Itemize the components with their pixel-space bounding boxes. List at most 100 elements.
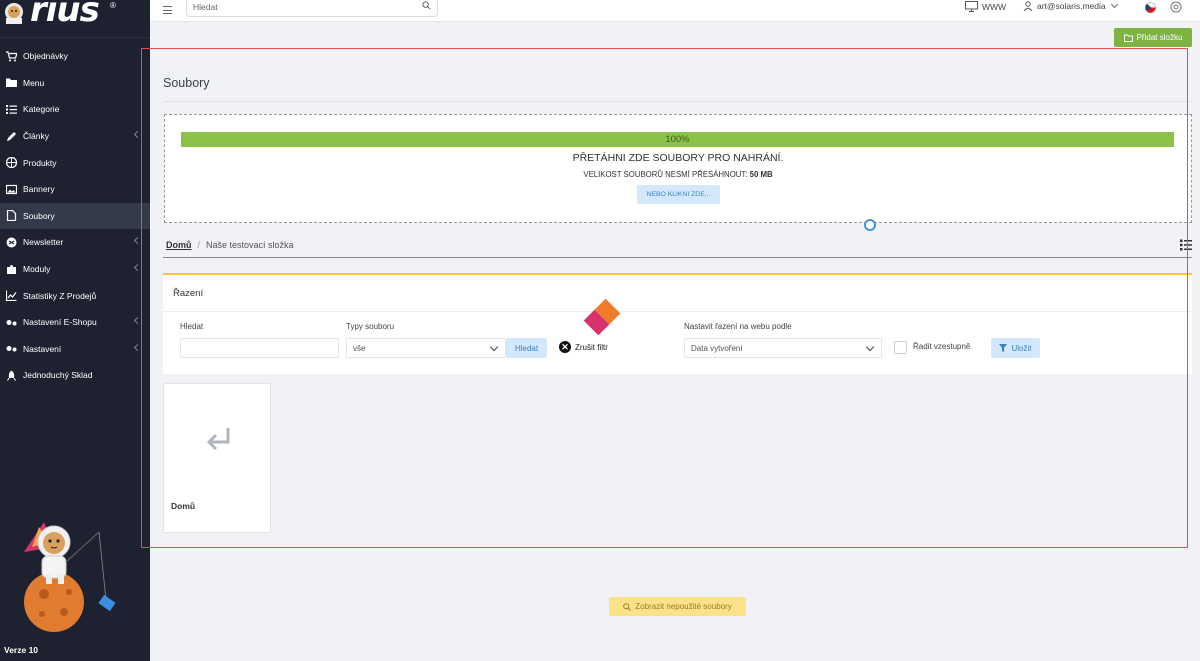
sidebar-item[interactable]: Články (0, 123, 150, 150)
sidebar-item[interactable]: Jednoduchý Sklad (0, 362, 150, 389)
search-button[interactable]: Hledat (506, 338, 547, 358)
sidebar-item-label: Články (23, 131, 49, 142)
dropzone-title: PŘETÁHNI ZDE SOUBORY PRO NAHRÁNÍ. (572, 152, 784, 164)
clear-filter-button[interactable]: ✕ Zrušit filtr (559, 341, 608, 353)
divider (163, 257, 1192, 258)
sidebar-item[interactable]: Objednávky (0, 43, 150, 70)
www-label: WWW (982, 1, 1007, 12)
search-icon (623, 602, 632, 611)
chevron-left-icon (133, 237, 142, 245)
sidebar-item[interactable]: Menu (0, 70, 150, 97)
settings-icon (6, 343, 17, 354)
sidebar-item[interactable]: Nastavení (0, 336, 150, 363)
save-sort-button[interactable]: Uložit (991, 338, 1040, 358)
global-search (186, 0, 438, 17)
folder-tile-home[interactable]: Domů (163, 383, 271, 533)
dropzone-size-limit: VELIKOST SOUBORŮ NESMÍ PŘESÁHNOUT: 50 MB (165, 170, 1191, 179)
sidebar-item-label: Menu (23, 77, 45, 88)
order-select[interactable]: Data vytvoření (684, 338, 882, 358)
logo-text: rius (30, 0, 100, 30)
user-email: art@solaris.media (1037, 1, 1106, 11)
chevron-left-icon (133, 130, 142, 138)
sidebar-item[interactable]: Produkty (0, 149, 150, 176)
sidebar-item[interactable]: Statistiky Z Prodejů (0, 282, 150, 309)
registered-icon: ® (110, 1, 116, 10)
sidebar-item[interactable]: Newsletter (0, 229, 150, 256)
clear-filter-label: Zrušit filtr (575, 342, 608, 352)
ascending-label: Řadit vzestupně (913, 342, 971, 351)
sidebar-item[interactable]: Kategorie (0, 96, 150, 123)
search-icon[interactable] (422, 1, 431, 10)
sidebar-item-label: Nastavení E-Shopu (23, 317, 97, 328)
global-search-input[interactable] (193, 0, 413, 13)
sorting-panel: Řazení Hledat Typy souboru vše Hledat ✕ … (163, 273, 1192, 374)
file-type-label: Typy souboru (346, 322, 395, 331)
sidebar-item-label: Objednávky (23, 51, 68, 62)
folder-icon (6, 77, 17, 88)
file-type-value: vše (353, 343, 366, 353)
show-unused-files-button[interactable]: Zobrazit nepoužité soubory (609, 597, 746, 616)
file-type-select[interactable]: vše (346, 338, 506, 358)
chevron-down-icon (489, 342, 499, 352)
list-icon (6, 104, 17, 115)
www-link[interactable]: WWW (965, 1, 1006, 12)
astronaut-mascot-illustration (24, 522, 116, 632)
add-folder-label: Přidat složku (1136, 33, 1183, 42)
ascending-checkbox[interactable] (894, 341, 907, 354)
show-unused-files-label: Zobrazit nepoužité soubory (635, 602, 732, 611)
settings-icon (6, 317, 17, 328)
size-limit-text: VELIKOST SOUBORŮ NESMÍ PŘESÁHNOUT: (583, 170, 748, 179)
divider (163, 311, 1192, 312)
sidebar: rius ® Objednávky Menu Kategorie Články Prod… (0, 0, 150, 661)
sidebar-item-label: Statistiky Z Prodejů (23, 290, 97, 301)
hamburger-menu-icon[interactable] (163, 6, 172, 14)
file-search-input[interactable] (180, 338, 339, 358)
breadcrumb: Domů / Naše testovací složka (166, 240, 294, 250)
breadcrumb-home[interactable]: Domů (166, 240, 192, 250)
logo[interactable]: rius ® (0, 0, 150, 38)
monitor-icon (965, 1, 978, 12)
gear-icon[interactable] (1170, 1, 1182, 13)
pencil-icon (6, 131, 17, 142)
czech-flag-icon[interactable] (1145, 2, 1156, 13)
page-title: Soubory (163, 76, 210, 90)
sidebar-item-label: Kategorie (23, 104, 60, 115)
upload-progress-label: 100% (665, 134, 690, 145)
chevron-left-icon (133, 343, 142, 351)
cart-icon (6, 51, 17, 62)
sidebar-item-label: Bannery (23, 184, 55, 195)
sidebar-item[interactable]: Moduly (0, 256, 150, 283)
folder-icon (1123, 34, 1133, 42)
filter-icon (999, 344, 1008, 352)
sorting-title: Řazení (173, 288, 204, 299)
size-limit-value: 50 MB (749, 170, 773, 179)
sidebar-item[interactable]: Soubory (0, 202, 150, 230)
sidebar-item-label: Soubory (23, 210, 55, 221)
sidebar-item[interactable]: Bannery (0, 176, 150, 203)
chart-icon (6, 290, 17, 302)
click-to-upload-button[interactable]: NEBO KLIKNI ZDE... (637, 185, 720, 204)
sidebar-item-label: Produkty (23, 157, 57, 168)
chevron-down-icon (865, 342, 875, 352)
return-arrow-icon (206, 428, 230, 451)
file-dropzone[interactable]: 100% PŘETÁHNI ZDE SOUBORY PRO NAHRÁNÍ. V… (164, 114, 1192, 223)
tile-label: Domů (171, 501, 196, 511)
order-label: Nastavit řazení na webu podle (684, 322, 792, 331)
list-view-icon[interactable] (1180, 239, 1192, 251)
sidebar-item-label: Moduly (23, 264, 51, 275)
order-value: Data vytvoření (691, 343, 743, 353)
close-circle-icon: ✕ (559, 341, 571, 353)
topbar: WWW art@solaris.media (150, 0, 1200, 22)
version-label: Verze 10 (4, 645, 39, 655)
chevron-down-icon (1110, 0, 1118, 9)
add-folder-button[interactable]: Přidat složku (1114, 28, 1192, 47)
user-menu[interactable]: art@solaris.media (1023, 0, 1118, 11)
save-sort-label: Uložit (1011, 343, 1032, 353)
puzzle-icon (6, 264, 17, 275)
sidebar-item[interactable]: Nastavení E-Shopu (0, 309, 150, 336)
rocket-icon (6, 370, 17, 381)
file-icon (6, 210, 17, 222)
sidebar-item-label: Nastavení (23, 343, 62, 354)
divider (163, 101, 1192, 102)
sidebar-nav: Objednávky Menu Kategorie Články Produkty Ban… (0, 43, 150, 389)
